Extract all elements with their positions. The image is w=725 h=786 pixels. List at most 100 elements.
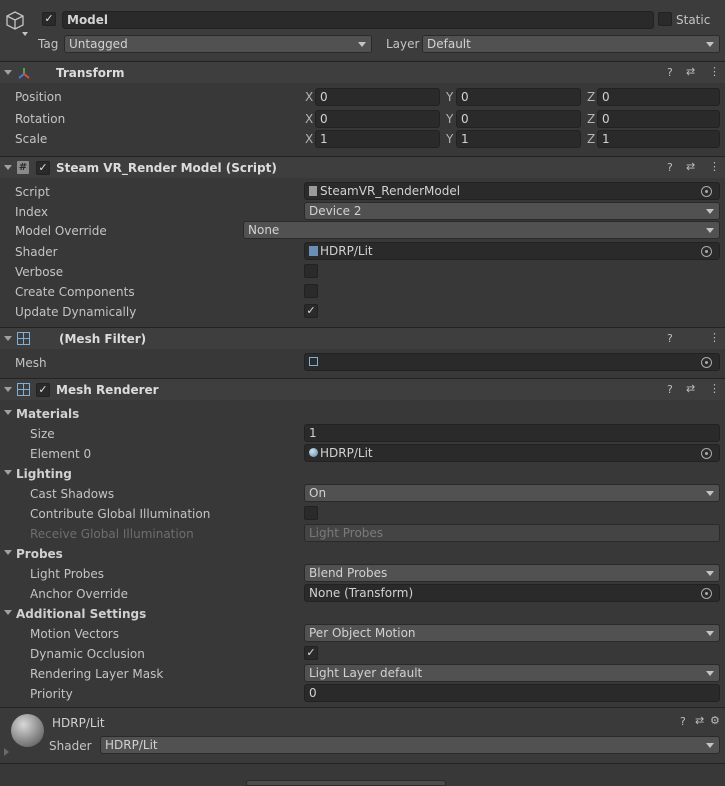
tag-value: Untagged [69, 37, 128, 51]
shader-value: HDRP/Lit [320, 244, 373, 258]
meshrenderer-header[interactable]: ✓ Mesh Renderer ? ⇄ ⋮ [0, 378, 725, 400]
shader-field[interactable]: HDRP/Lit [304, 242, 720, 260]
rendering-layer-mask-value: Light Layer default [309, 666, 423, 680]
scale-y-field[interactable]: 1 [456, 130, 581, 148]
probes-heading[interactable]: Probes [16, 547, 63, 561]
object-name-field[interactable]: Model [62, 11, 654, 29]
rendering-layer-mask-label: Rendering Layer Mask [30, 667, 164, 681]
cast-shadows-value: On [309, 486, 327, 500]
meshrenderer-enabled-checkbox[interactable]: ✓ [36, 383, 50, 397]
help-icon[interactable]: ? [680, 715, 686, 728]
rotation-label: Rotation [15, 112, 66, 126]
element0-value: HDRP/Lit [320, 446, 373, 460]
light-probes-dropdown[interactable]: Blend Probes [304, 564, 720, 582]
index-dropdown[interactable]: Device 2 [304, 202, 720, 220]
layer-dropdown[interactable]: Default [422, 35, 720, 53]
help-icon[interactable]: ? [667, 383, 673, 396]
priority-field[interactable]: 0 [304, 684, 720, 702]
foldout-arrow-icon[interactable] [4, 70, 12, 75]
transform-icon [16, 66, 32, 80]
add-component-button[interactable] [246, 780, 446, 786]
gear-icon[interactable]: ⚙ [710, 714, 720, 727]
material-foldout-arrow-icon[interactable] [4, 748, 9, 756]
script-value: SteamVR_RenderModel [320, 184, 461, 198]
static-checkbox[interactable] [658, 12, 672, 26]
size-field[interactable]: 1 [304, 424, 720, 442]
active-checkbox[interactable]: ✓ [42, 12, 56, 26]
rendering-layer-mask-dropdown[interactable]: Light Layer default [304, 664, 720, 682]
foldout-arrow-icon[interactable] [4, 336, 12, 341]
presets-icon[interactable]: ⇄ [695, 714, 704, 727]
materials-foldout-arrow-icon[interactable] [4, 410, 12, 415]
materials-heading[interactable]: Materials [16, 407, 79, 421]
probes-foldout-arrow-icon[interactable] [4, 550, 12, 555]
scale-z-field[interactable]: 1 [597, 130, 720, 148]
mesh-field[interactable] [304, 353, 720, 371]
meshfilter-header[interactable]: (Mesh Filter) ? ⋮ [0, 327, 725, 349]
kebab-menu-icon[interactable]: ⋮ [709, 382, 720, 395]
icon-dropdown-arrow[interactable] [22, 32, 28, 36]
position-label: Position [15, 90, 62, 104]
contribute-gi-checkbox[interactable] [304, 506, 318, 520]
help-icon[interactable]: ? [667, 161, 673, 174]
object-picker-icon[interactable] [701, 246, 712, 257]
presets-icon[interactable]: ⇄ [686, 382, 695, 395]
additional-settings-heading[interactable]: Additional Settings [16, 607, 146, 621]
create-components-checkbox[interactable] [304, 284, 318, 298]
presets-icon[interactable]: ⇄ [686, 65, 695, 78]
material-shader-value: HDRP/Lit [105, 738, 158, 752]
position-y-field[interactable]: 0 [456, 88, 581, 106]
object-picker-icon[interactable] [701, 588, 712, 599]
cast-shadows-dropdown[interactable]: On [304, 484, 720, 502]
tag-dropdown[interactable]: Untagged [64, 35, 372, 53]
kebab-menu-icon[interactable]: ⋮ [709, 331, 720, 344]
shader-file-icon [309, 246, 318, 256]
steamvr-enabled-checkbox[interactable]: ✓ [36, 161, 50, 175]
object-picker-icon[interactable] [701, 448, 712, 459]
kebab-menu-icon[interactable]: ⋮ [709, 65, 720, 78]
transform-header[interactable]: Transform ? ⇄ ⋮ [0, 61, 725, 83]
chevron-down-icon [706, 631, 714, 636]
object-picker-icon[interactable] [701, 186, 712, 197]
dynamic-occlusion-checkbox[interactable]: ✓ [304, 646, 318, 660]
create-components-label: Create Components [15, 285, 135, 299]
scale-x-field[interactable]: 1 [315, 130, 440, 148]
position-x-field[interactable]: 0 [315, 88, 440, 106]
kebab-menu-icon[interactable]: ⋮ [709, 160, 720, 173]
verbose-label: Verbose [15, 265, 64, 279]
help-icon[interactable]: ? [667, 66, 673, 79]
rotation-x-field[interactable]: 0 [315, 110, 440, 128]
rotation-y-field[interactable]: 0 [456, 110, 581, 128]
lighting-heading[interactable]: Lighting [16, 467, 72, 481]
rotation-z-field[interactable]: 0 [597, 110, 720, 128]
motion-vectors-dropdown[interactable]: Per Object Motion [304, 624, 720, 642]
material-sphere-icon [309, 448, 318, 457]
mesh-renderer-icon [17, 383, 30, 396]
chevron-down-icon [706, 491, 714, 496]
material-preview-sphere [11, 714, 44, 747]
receive-gi-value: Light Probes [309, 526, 384, 540]
anchor-override-field[interactable]: None (Transform) [304, 584, 720, 602]
position-z-field[interactable]: 0 [597, 88, 720, 106]
material-shader-dropdown[interactable]: HDRP/Lit [100, 736, 720, 754]
object-header: ✓ Model Static Tag Untagged Layer Defaul… [0, 0, 725, 60]
foldout-arrow-icon[interactable] [4, 387, 12, 392]
object-picker-icon[interactable] [701, 357, 712, 368]
axis-z-label: Z [587, 112, 596, 126]
material-section: HDRP/Lit ? ⇄ ⚙ Shader HDRP/Lit [0, 708, 725, 763]
update-dynamically-checkbox[interactable]: ✓ [304, 304, 318, 318]
cast-shadows-label: Cast Shadows [30, 487, 115, 501]
verbose-checkbox[interactable] [304, 264, 318, 278]
steamvr-header[interactable]: # ✓ Steam VR_Render Model (Script) ? ⇄ ⋮ [0, 156, 725, 178]
element0-field[interactable]: HDRP/Lit [304, 444, 720, 462]
update-dynamically-label: Update Dynamically [15, 305, 137, 319]
foldout-arrow-icon[interactable] [4, 165, 12, 170]
chevron-down-icon [706, 42, 714, 47]
script-field[interactable]: SteamVR_RenderModel [304, 182, 720, 200]
additional-foldout-arrow-icon[interactable] [4, 610, 12, 615]
lighting-foldout-arrow-icon[interactable] [4, 470, 12, 475]
model-override-dropdown[interactable]: None [243, 221, 720, 239]
divline [0, 763, 725, 764]
help-icon[interactable]: ? [667, 332, 673, 345]
presets-icon[interactable]: ⇄ [686, 160, 695, 173]
